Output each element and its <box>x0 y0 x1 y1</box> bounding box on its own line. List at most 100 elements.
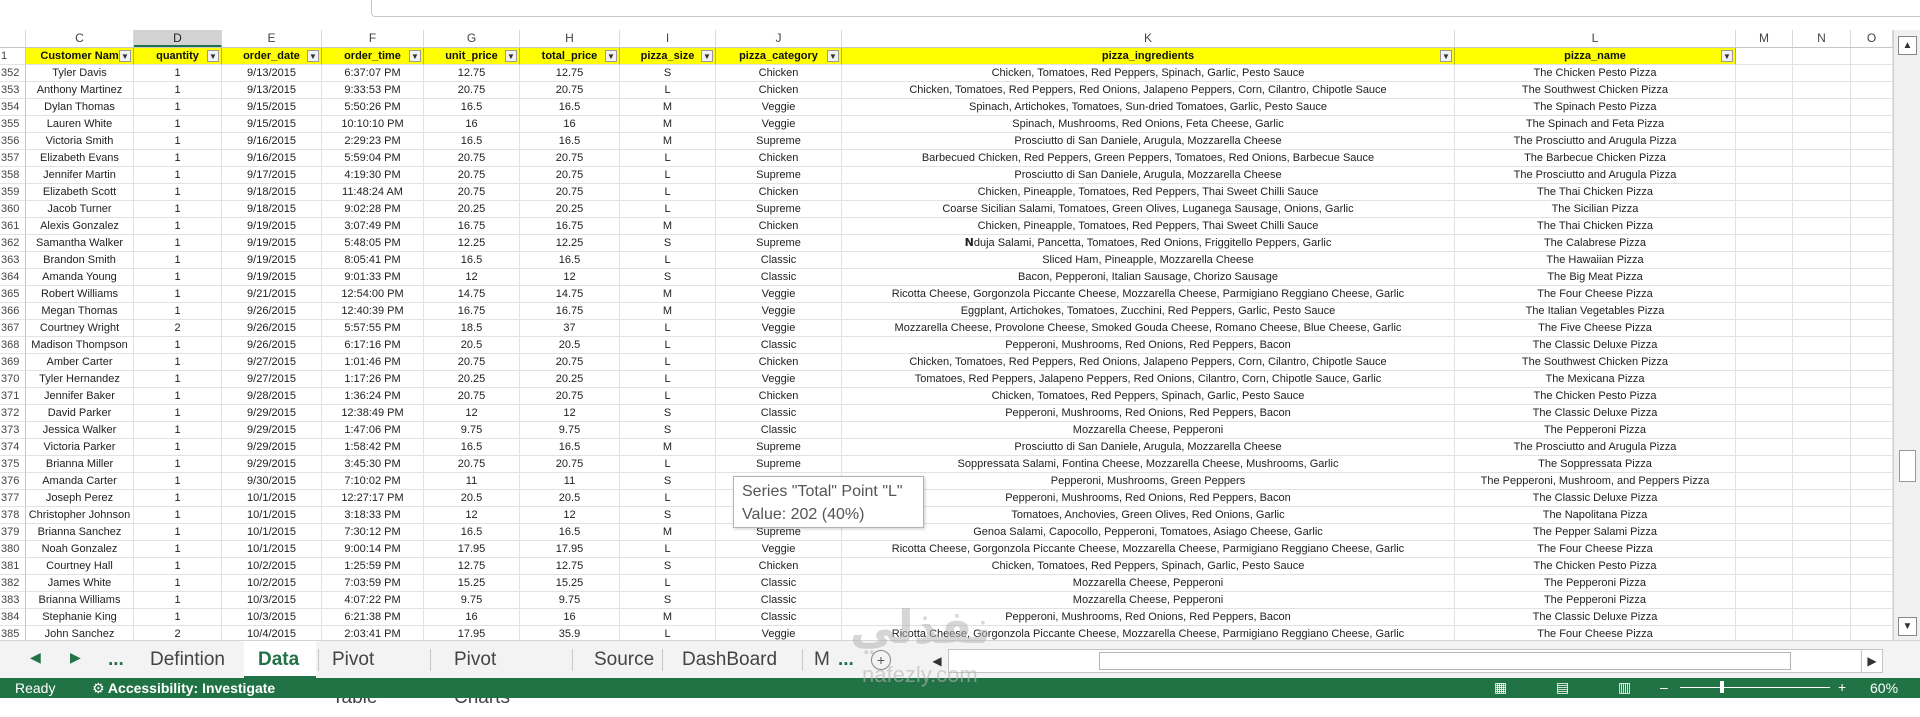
header-cell[interactable] <box>1851 48 1893 65</box>
header-cell[interactable] <box>1793 48 1851 65</box>
cell[interactable]: M <box>620 439 716 456</box>
cell[interactable]: Sliced Ham, Pineapple, Mozzarella Cheese <box>842 252 1455 269</box>
cell[interactable]: Anthony Martinez <box>26 82 134 99</box>
cell[interactable]: 1 <box>134 371 222 388</box>
cell[interactable]: 9/15/2015 <box>222 99 322 116</box>
cell[interactable] <box>1736 541 1793 558</box>
header-cell[interactable]: unit_price ▼ <box>424 48 520 65</box>
column-header-f[interactable]: F <box>322 30 424 47</box>
cell[interactable]: S <box>620 558 716 575</box>
cell[interactable]: 10/1/2015 <box>222 541 322 558</box>
cell[interactable] <box>1736 286 1793 303</box>
cell[interactable]: 9.75 <box>424 422 520 439</box>
cell[interactable]: 1 <box>134 575 222 592</box>
cell[interactable]: 1 <box>134 405 222 422</box>
cell[interactable]: 1:58:42 PM <box>322 439 424 456</box>
cell[interactable] <box>1851 558 1893 575</box>
cell[interactable]: 9/18/2015 <box>222 201 322 218</box>
header-cell[interactable]: pizza_name ▼ <box>1455 48 1736 65</box>
cell[interactable]: Veggie <box>716 99 842 116</box>
cell[interactable] <box>1793 150 1851 167</box>
cell[interactable]: Mozzarella Cheese, Pepperoni <box>842 575 1455 592</box>
cell[interactable]: Pepperoni, Mushrooms, Green Peppers <box>842 473 1455 490</box>
cell[interactable] <box>1736 388 1793 405</box>
cell[interactable]: Supreme <box>716 167 842 184</box>
cell[interactable] <box>1793 541 1851 558</box>
cell[interactable] <box>1736 422 1793 439</box>
header-cell[interactable]: order_time ▼ <box>322 48 424 65</box>
cell[interactable] <box>1736 99 1793 116</box>
cell[interactable]: 8:05:41 PM <box>322 252 424 269</box>
cell[interactable]: Chicken <box>716 65 842 82</box>
cell[interactable] <box>1851 303 1893 320</box>
tab-defintion[interactable]: Defintion <box>136 641 256 679</box>
cell[interactable] <box>1793 626 1851 640</box>
cell[interactable]: 9.75 <box>520 422 620 439</box>
cell[interactable]: Mozzarella Cheese, Pepperoni <box>842 422 1455 439</box>
cell[interactable] <box>1851 524 1893 541</box>
cell[interactable] <box>1851 354 1893 371</box>
cell[interactable] <box>1793 303 1851 320</box>
cell[interactable]: Joseph Perez <box>26 490 134 507</box>
cell[interactable]: 3:45:30 PM <box>322 456 424 473</box>
cell[interactable]: Amanda Young <box>26 269 134 286</box>
cell[interactable]: John Sanchez <box>26 626 134 640</box>
cell[interactable] <box>1736 235 1793 252</box>
cell[interactable] <box>1793 507 1851 524</box>
cell[interactable]: The Chicken Pesto Pizza <box>1455 388 1736 405</box>
header-cell[interactable]: order_date ▼ <box>222 48 322 65</box>
cell[interactable]: S <box>620 473 716 490</box>
cell[interactable] <box>1851 167 1893 184</box>
cell[interactable] <box>1736 507 1793 524</box>
cell[interactable]: 16 <box>424 609 520 626</box>
cell[interactable]: 6:21:38 PM <box>322 609 424 626</box>
cell[interactable] <box>1793 609 1851 626</box>
column-header-o[interactable]: O <box>1851 30 1893 47</box>
row-number[interactable]: 380 <box>0 541 26 558</box>
cell[interactable]: 20.75 <box>520 167 620 184</box>
tab-pivot-charts[interactable]: Pivot Charts <box>440 641 570 708</box>
cell[interactable]: 3:18:33 PM <box>322 507 424 524</box>
cell[interactable]: L <box>620 320 716 337</box>
cell[interactable]: 1 <box>134 116 222 133</box>
cell[interactable]: Stephanie King <box>26 609 134 626</box>
cell[interactable]: The Pepperoni Pizza <box>1455 422 1736 439</box>
cell[interactable]: 12 <box>424 507 520 524</box>
cell[interactable]: 10/3/2015 <box>222 592 322 609</box>
zoom-slider[interactable] <box>1680 687 1830 688</box>
cell[interactable] <box>1793 371 1851 388</box>
cell[interactable]: M <box>620 609 716 626</box>
column-header-j[interactable]: J <box>716 30 842 47</box>
cell[interactable]: Ricotta Cheese, Gorgonzola Piccante Chee… <box>842 541 1455 558</box>
cell[interactable]: Elizabeth Scott <box>26 184 134 201</box>
scroll-thumb[interactable] <box>1899 450 1916 482</box>
cell[interactable]: Chicken <box>716 218 842 235</box>
cell[interactable]: 20.25 <box>520 201 620 218</box>
cell[interactable]: M <box>620 218 716 235</box>
cell[interactable]: Lauren White <box>26 116 134 133</box>
cell[interactable]: 6:37:07 PM <box>322 65 424 82</box>
cell[interactable]: 9/19/2015 <box>222 235 322 252</box>
cell[interactable]: 16 <box>520 609 620 626</box>
cell[interactable]: The Classic Deluxe Pizza <box>1455 405 1736 422</box>
cell[interactable] <box>1736 184 1793 201</box>
row-number[interactable]: 382 <box>0 575 26 592</box>
cell[interactable]: The Calabrese Pizza <box>1455 235 1736 252</box>
cell[interactable]: 1 <box>134 541 222 558</box>
cell[interactable]: 12:27:17 PM <box>322 490 424 507</box>
cell[interactable] <box>1793 456 1851 473</box>
row-number[interactable]: 381 <box>0 558 26 575</box>
cell[interactable]: The Four Cheese Pizza <box>1455 541 1736 558</box>
cell[interactable]: 9/27/2015 <box>222 371 322 388</box>
cell[interactable] <box>1736 626 1793 640</box>
cell[interactable]: 4:19:30 PM <box>322 167 424 184</box>
cell[interactable]: The Classic Deluxe Pizza <box>1455 490 1736 507</box>
worksheet-grid[interactable]: Customer Nam ▼ quantity ▼ order_date ▼ order_t… <box>26 48 1893 640</box>
cell[interactable]: Brianna Williams <box>26 592 134 609</box>
cell[interactable]: Jennifer Martin <box>26 167 134 184</box>
cell[interactable]: 9/21/2015 <box>222 286 322 303</box>
zoom-in-icon[interactable]: + <box>1838 679 1846 695</box>
cell[interactable]: Madison Thompson <box>26 337 134 354</box>
cell[interactable]: 20.75 <box>424 184 520 201</box>
cell[interactable]: 9.75 <box>424 592 520 609</box>
